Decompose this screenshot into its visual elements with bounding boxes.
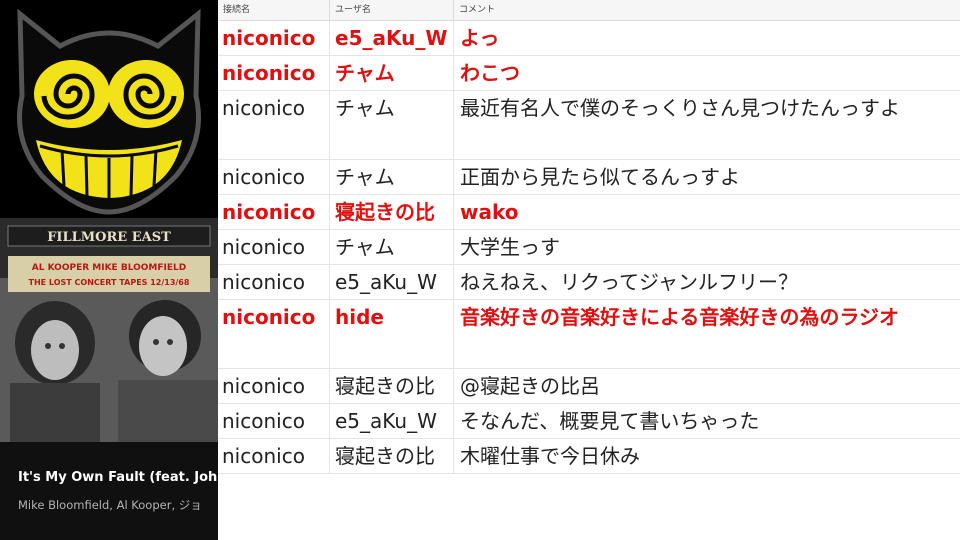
- table-header: 接続名 ユーザ名 コメント: [218, 0, 960, 21]
- album-marquee-text: FILLMORE EAST: [47, 230, 171, 245]
- table-row[interactable]: niconico 寝起きの比 wako: [218, 195, 960, 230]
- table-row[interactable]: niconico hide 音楽好きの音楽好きによる音楽好きの為のラジオ: [218, 300, 960, 369]
- comment-cell: そなんだ、概要見て書いちゃった: [460, 409, 760, 433]
- table-row[interactable]: niconico 寝起きの比 木曜仕事で今日休み: [218, 439, 960, 474]
- comment-cell: わこつ: [460, 61, 520, 85]
- user-cell: hide: [330, 300, 454, 368]
- connection-cell: niconico: [218, 369, 330, 403]
- comment-list: niconico e5_aKu_W よっ niconico チャム わこつ niconico…: [218, 21, 960, 474]
- album-title-line1: AL KOOPER MIKE BLOOMFIELD: [32, 263, 186, 273]
- connection-cell: niconico: [218, 300, 330, 368]
- column-header-user[interactable]: ユーザ名: [330, 0, 454, 20]
- comment-cell: 音楽好きの音楽好きによる音楽好きの為のラジオ: [460, 305, 899, 329]
- table-row[interactable]: niconico チャム 正面から見たら似てるんっすよ: [218, 160, 960, 195]
- album-title-line2: THE LOST CONCERT TAPES 12/13/68: [29, 278, 190, 287]
- connection-cell: niconico: [218, 21, 330, 55]
- table-row[interactable]: niconico e5_aKu_W ねえねえ、リクってジャンルフリー？: [218, 265, 960, 300]
- user-cell: 寝起きの比: [330, 369, 454, 403]
- table-row[interactable]: niconico 寝起きの比 @寝起きの比呂: [218, 369, 960, 404]
- table-row[interactable]: niconico チャム 最近有名人で僕のそっくりさん見つけたんっすよ: [218, 91, 960, 160]
- album-art-image: FILLMORE EAST AL KOOPER MIKE BLOOMFIELD …: [0, 218, 218, 442]
- connection-cell: niconico: [218, 195, 330, 229]
- table-row[interactable]: niconico e5_aKu_W よっ: [218, 21, 960, 56]
- comment-cell: 最近有名人で僕のそっくりさん見つけたんっすよ: [460, 96, 900, 120]
- user-cell: 寝起きの比: [330, 195, 454, 229]
- left-panel: FILLMORE EAST AL KOOPER MIKE BLOOMFIELD …: [0, 0, 218, 540]
- comment-cell: ねえねえ、リクってジャンルフリー？: [460, 270, 798, 294]
- comment-cell: 大学生っす: [460, 235, 560, 259]
- column-header-comment[interactable]: コメント: [454, 0, 960, 20]
- connection-cell: niconico: [218, 230, 330, 264]
- connection-cell: niconico: [218, 56, 330, 90]
- connection-cell: niconico: [218, 160, 330, 194]
- comment-cell: @寝起きの比呂: [460, 374, 600, 398]
- comment-cell: 木曜仕事で今日休み: [460, 444, 640, 468]
- user-cell: e5_aKu_W: [330, 21, 454, 55]
- user-cell: e5_aKu_W: [330, 265, 454, 299]
- connection-cell: niconico: [218, 404, 330, 438]
- comment-cell: wako: [460, 200, 519, 224]
- track-title[interactable]: It's My Own Fault (feat. John: [18, 470, 218, 485]
- comment-viewer: 接続名 ユーザ名 コメント niconico e5_aKu_W よっ niconico…: [218, 0, 960, 540]
- table-row[interactable]: niconico e5_aKu_W そなんだ、概要見て書いちゃった: [218, 404, 960, 439]
- table-row[interactable]: niconico チャム わこつ: [218, 56, 960, 91]
- user-cell: チャム: [330, 230, 454, 264]
- connection-cell: niconico: [218, 439, 330, 473]
- comment-cell: 正面から見たら似てるんっすよ: [460, 165, 740, 189]
- connection-cell: niconico: [218, 91, 330, 159]
- user-cell: チャム: [330, 91, 454, 159]
- user-cell: チャム: [330, 160, 454, 194]
- track-artist[interactable]: Mike Bloomfield, Al Kooper, ジョ: [18, 497, 218, 513]
- connection-cell: niconico: [218, 265, 330, 299]
- user-cell: 寝起きの比: [330, 439, 454, 473]
- table-row[interactable]: niconico チャム 大学生っす: [218, 230, 960, 265]
- user-cell: e5_aKu_W: [330, 404, 454, 438]
- user-cell: チャム: [330, 56, 454, 90]
- comment-cell: よっ: [460, 26, 500, 50]
- cat-logo-icon: [0, 0, 218, 218]
- column-header-connection[interactable]: 接続名: [218, 0, 330, 20]
- now-playing-bar[interactable]: It's My Own Fault (feat. John Mike Bloom…: [0, 442, 218, 540]
